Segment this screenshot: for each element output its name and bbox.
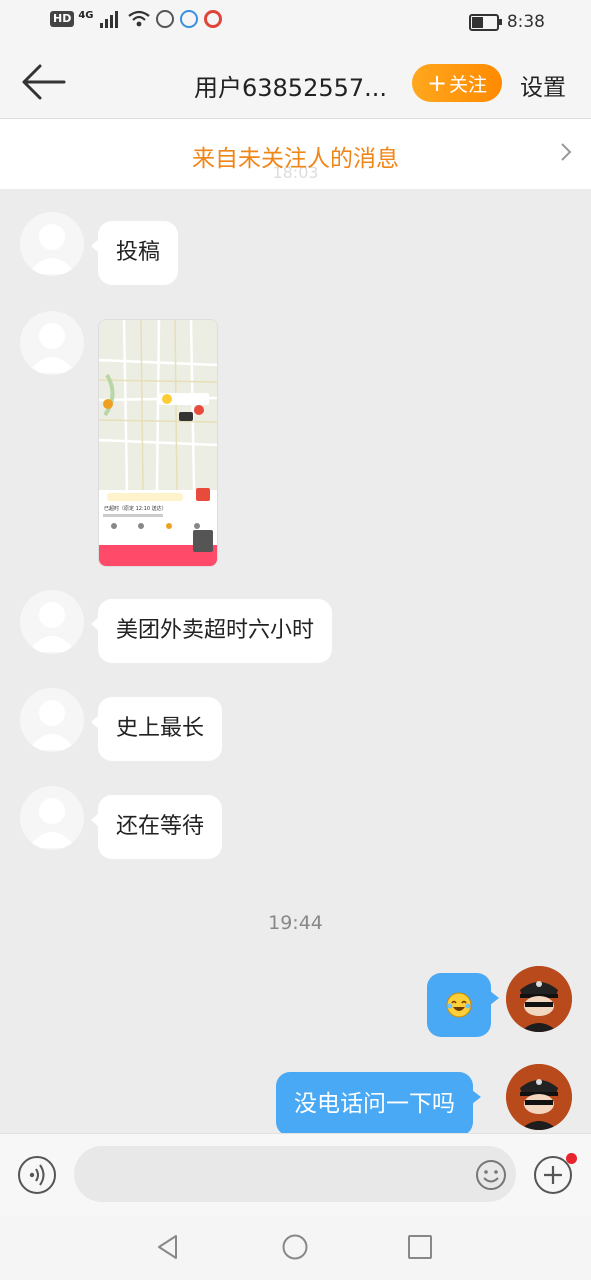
map-screenshot-image: 已超时（原定 12:10 送达） (99, 320, 217, 566)
my-message-bubble[interactable]: 没电话问一下吗 (276, 1072, 481, 1136)
message-bubble[interactable]: 投稿 (90, 221, 179, 285)
default-user-icon (28, 700, 76, 750)
sender-avatar[interactable] (20, 786, 84, 850)
network-type: 4G (78, 9, 94, 21)
message-bubble[interactable]: 史上最长 (90, 697, 223, 761)
chat-header: 用户63852557... + 关注 设置 (0, 48, 591, 119)
message-input[interactable] (74, 1146, 516, 1202)
emoji-icon[interactable] (474, 1158, 508, 1192)
sync-icon (155, 10, 174, 28)
system-nav-bar (0, 1215, 591, 1280)
status-bar: HD 4G 8:38 (0, 0, 591, 48)
police-cartoon-avatar-icon (506, 1064, 572, 1130)
sender-avatar[interactable] (20, 688, 84, 752)
message-bubble[interactable]: 还在等待 (90, 795, 223, 859)
notification-dot (566, 1153, 577, 1164)
status-right: 8:38 (468, 12, 545, 32)
my-message-bubble-emoji[interactable] (427, 973, 499, 1037)
status-left-icons: HD 4G (50, 10, 222, 28)
plus-icon (544, 1166, 562, 1184)
wifi-icon (127, 10, 150, 27)
app-notification-icon (203, 10, 222, 28)
my-avatar[interactable] (506, 1064, 572, 1130)
voice-input-button[interactable] (18, 1156, 56, 1194)
plus-icon: + (426, 69, 448, 97)
hd-badge: HD (50, 11, 75, 27)
laugh-cry-emoji-icon (446, 992, 472, 1018)
unfollowed-notice-bar[interactable]: 18:03 来自未关注人的消息 (0, 119, 591, 189)
nav-home-icon[interactable] (281, 1233, 309, 1261)
default-user-icon (28, 323, 76, 373)
police-cartoon-avatar-icon (506, 966, 572, 1032)
signal-icon (99, 10, 122, 28)
clock: 8:38 (506, 12, 545, 32)
chat-title: 用户63852557... (194, 74, 388, 102)
message-input-bar (0, 1133, 591, 1216)
image-message-map-screenshot[interactable]: 已超时（原定 12:10 送达） (98, 319, 218, 567)
sender-avatar[interactable] (20, 212, 84, 276)
browser-icon (179, 10, 198, 28)
follow-button[interactable]: + 关注 (412, 64, 502, 102)
back-arrow-icon[interactable] (22, 64, 66, 100)
map-card-title: 已超时（原定 12:10 送达） (104, 505, 167, 512)
default-user-icon (28, 602, 76, 652)
nav-back-icon[interactable] (154, 1233, 182, 1261)
follow-label: 关注 (449, 73, 488, 96)
sender-avatar[interactable] (20, 311, 84, 375)
chevron-right-icon (561, 143, 572, 161)
default-user-icon (28, 798, 76, 848)
message-timestamp: 19:44 (268, 912, 323, 934)
my-avatar[interactable] (506, 966, 572, 1032)
battery-icon (468, 13, 502, 31)
default-user-icon (28, 224, 76, 274)
sender-avatar[interactable] (20, 590, 84, 654)
settings-button[interactable]: 设置 (520, 68, 566, 102)
nav-recents-icon[interactable] (407, 1234, 433, 1260)
notice-text: 来自未关注人的消息 (192, 146, 399, 172)
voice-wave-icon (29, 1164, 45, 1186)
message-bubble[interactable]: 美团外卖超时六小时 (90, 599, 333, 663)
